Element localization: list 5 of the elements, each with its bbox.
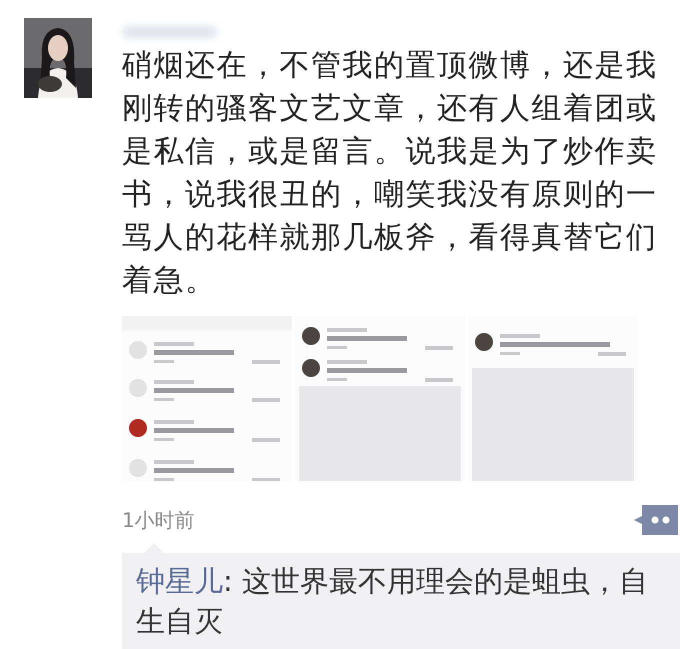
comment-author-link[interactable]: 钟星儿 (136, 564, 223, 598)
comment-icon[interactable] (634, 505, 678, 535)
comment-text: 钟星儿: 这世界最不用理会的是蛆虫，自生自灭 (136, 563, 649, 640)
post-time: 1小时前 (122, 506, 195, 534)
post-text: 硝烟还在，不管我的置顶微博，还是我刚转的骚客文艺文章，还有人组着团或是私信，或是留言。说我是为了炒作卖书，说我很丑的，嘲笑我没有原则的一骂人的花样就那几板斧，看得真替它们着急。 (122, 47, 658, 300)
